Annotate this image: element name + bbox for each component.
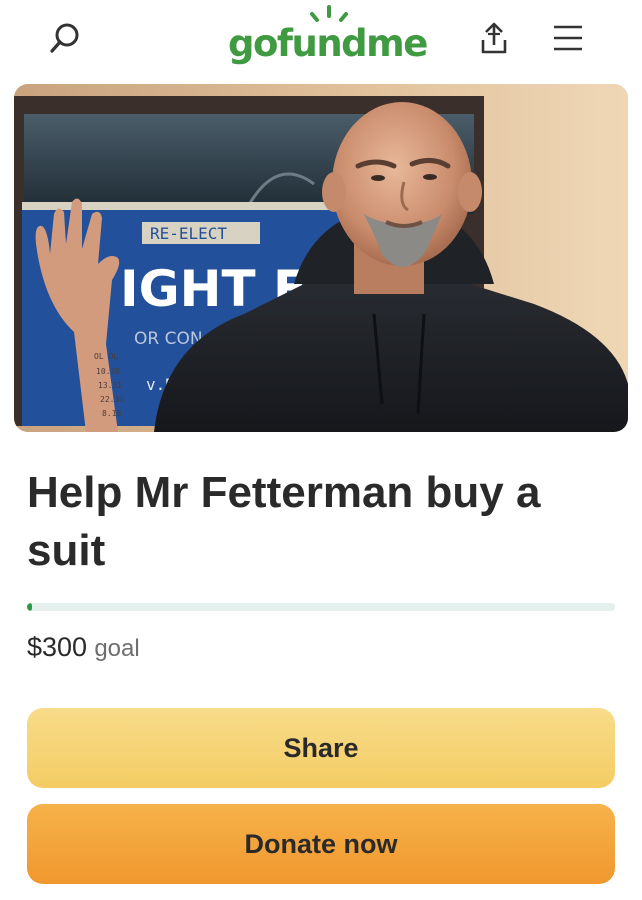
svg-text:10.30: 10.30 (96, 367, 120, 376)
top-nav: gofundme (0, 0, 642, 80)
svg-text:OL OL: OL OL (94, 352, 118, 361)
search-icon[interactable] (44, 16, 88, 60)
goal-amount: $300 (27, 632, 88, 662)
donation-progress-bar (27, 603, 615, 611)
svg-text:22.31: 22.31 (100, 395, 124, 404)
logo-text: gofundme (228, 22, 428, 65)
campaign-title: Help Mr Fetterman buy a suit (27, 468, 541, 575)
goal-label: goal (94, 635, 140, 662)
campaign-hero-image: RE-ELECT IGHT EV OR CON v.Dwi OL OL 10.3… (14, 84, 628, 432)
share-upload-icon[interactable] (472, 16, 516, 60)
sign-text-reelect: RE-ELECT (150, 224, 227, 243)
gofundme-logo[interactable]: gofundme (228, 4, 428, 72)
goal-text: $300 goal (27, 632, 140, 663)
donate-now-button[interactable]: Donate now (27, 804, 615, 884)
svg-text:8.18: 8.18 (102, 409, 121, 418)
share-button[interactable]: Share (27, 708, 615, 788)
progress-fill (27, 603, 32, 611)
sign-text-office: OR CON (134, 329, 203, 349)
hamburger-menu-icon[interactable] (546, 16, 590, 60)
svg-text:13.31: 13.31 (98, 381, 122, 390)
